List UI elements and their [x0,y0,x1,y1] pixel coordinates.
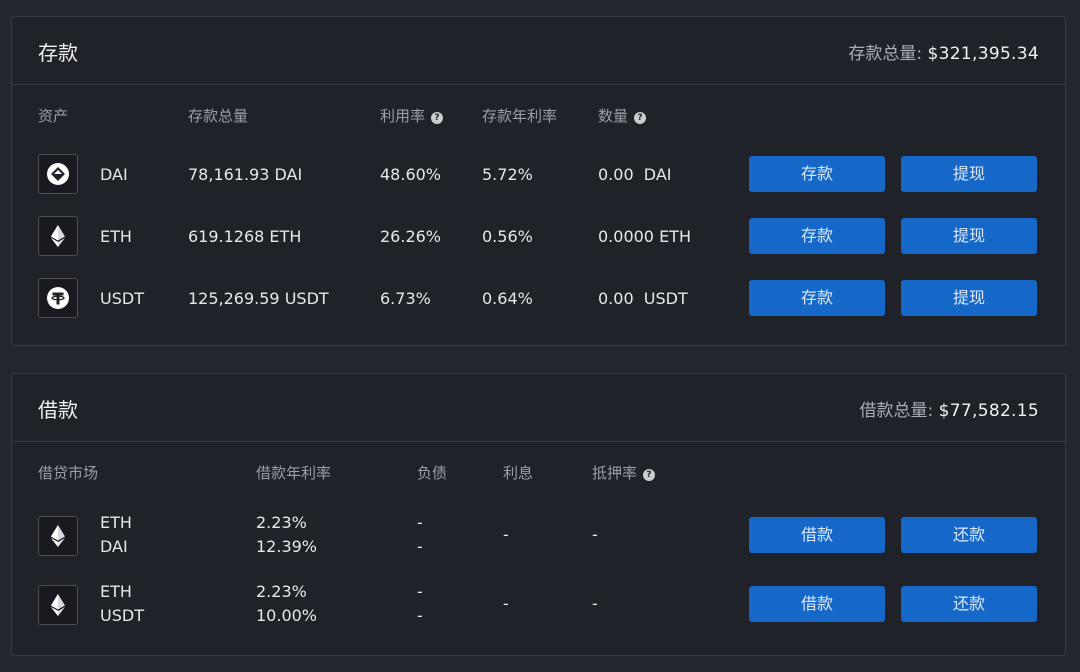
deposit-total-cell: 78,161.93 DAI [188,165,303,184]
col-head-amount: 数量? [598,105,647,126]
col-head-deposit-apy: 存款年利率 [482,107,558,125]
market-asset-b: USDT [100,606,144,625]
amount-cell: 0.00 DAI [598,165,672,184]
asset-name: ETH [100,227,132,246]
market-asset-b: DAI [100,537,128,556]
dai-icon [38,154,78,194]
borrow-panel-header: 借款 借款总量: $77,582.15 [12,374,1065,442]
interest-cell: - [503,594,509,613]
deposit-total: 存款总量: $321,395.34 [848,39,1039,64]
deposit-button[interactable]: 存款 [749,218,885,254]
apr-a: 2.23% [256,513,307,532]
deposit-total-label: 存款总量: [848,44,923,64]
apr-b: 10.00% [256,606,318,625]
deposit-total-value: $321,395.34 [927,44,1039,64]
apr-a: 2.23% [256,582,307,601]
help-icon[interactable]: ? [634,112,647,124]
borrow-panel: 借款 借款总量: $77,582.15 借贷市场 借款年利率 负债 利息 抵押率… [11,373,1066,656]
table-row: ETH USDT 2.23% 10.00% - - - - 借款 还款 [12,582,1065,633]
col-head-utilization: 利用率? [380,105,444,126]
table-row: DAI 78,161.93 DAI 48.60% 5.72% 0.00 DAI … [12,154,1065,196]
borrow-total-value: $77,582.15 [938,401,1039,421]
borrow-button[interactable]: 借款 [749,586,885,622]
asset-name: USDT [100,289,144,308]
repay-button[interactable]: 还款 [901,517,1037,553]
utilization-cell: 6.73% [380,289,431,308]
withdraw-button[interactable]: 提现 [901,218,1037,254]
eth-icon [38,585,78,625]
col-head-debt: 负债 [417,464,448,482]
interest-cell: - [503,525,509,544]
market-asset-a: ETH [100,513,132,532]
utilization-cell: 26.26% [380,227,442,246]
col-head-collateral-ratio-label: 抵押率 [592,464,638,482]
table-row: ETH 619.1268 ETH 26.26% 0.56% 0.0000 ETH… [12,216,1065,258]
deposit-button[interactable]: 存款 [749,280,885,316]
utilization-cell: 48.60% [380,165,442,184]
borrow-button[interactable]: 借款 [749,517,885,553]
asset-name: DAI [100,165,128,184]
borrow-total-label: 借款总量: [859,401,934,421]
apy-cell: 0.56% [482,227,533,246]
deposit-title: 存款 [38,41,78,65]
deposit-panel: 存款 存款总量: $321,395.34 资产 存款总量 利用率? 存款年利率 … [11,16,1066,346]
apy-cell: 0.64% [482,289,533,308]
col-head-interest: 利息 [503,464,534,482]
withdraw-button[interactable]: 提现 [901,156,1037,192]
borrow-title: 借款 [38,398,78,422]
eth-icon [38,516,78,556]
apr-b: 12.39% [256,537,318,556]
collateral-ratio-cell: - [592,594,598,613]
eth-icon [38,216,78,256]
col-head-amount-label: 数量 [598,107,629,125]
debt-a: - [417,513,423,532]
col-head-deposit-total: 存款总量 [188,107,249,125]
col-head-asset: 资产 [38,107,69,125]
deposit-button[interactable]: 存款 [749,156,885,192]
help-icon[interactable]: ? [431,112,444,124]
borrow-total: 借款总量: $77,582.15 [860,396,1039,421]
apy-cell: 5.72% [482,165,533,184]
amount-cell: 0.00 USDT [598,289,688,308]
withdraw-button[interactable]: 提现 [901,280,1037,316]
table-row: ETH DAI 2.23% 12.39% - - - - 借款 还款 [12,513,1065,564]
collateral-ratio-cell: - [592,525,598,544]
help-icon[interactable]: ? [643,469,656,481]
market-asset-a: ETH [100,582,132,601]
deposit-total-cell: 619.1268 ETH [188,227,302,246]
col-head-market: 借贷市场 [38,464,99,482]
debt-b: - [417,606,423,625]
deposit-panel-header: 存款 存款总量: $321,395.34 [12,17,1065,85]
table-row: USDT 125,269.59 USDT 6.73% 0.64% 0.00 US… [12,278,1065,320]
col-head-collateral-ratio: 抵押率? [592,462,656,483]
usdt-icon [38,278,78,318]
debt-a: - [417,582,423,601]
debt-b: - [417,537,423,556]
deposit-total-cell: 125,269.59 USDT [188,289,329,308]
col-head-utilization-label: 利用率 [380,107,426,125]
repay-button[interactable]: 还款 [901,586,1037,622]
amount-cell: 0.0000 ETH [598,227,691,246]
col-head-borrow-apr: 借款年利率 [256,464,332,482]
